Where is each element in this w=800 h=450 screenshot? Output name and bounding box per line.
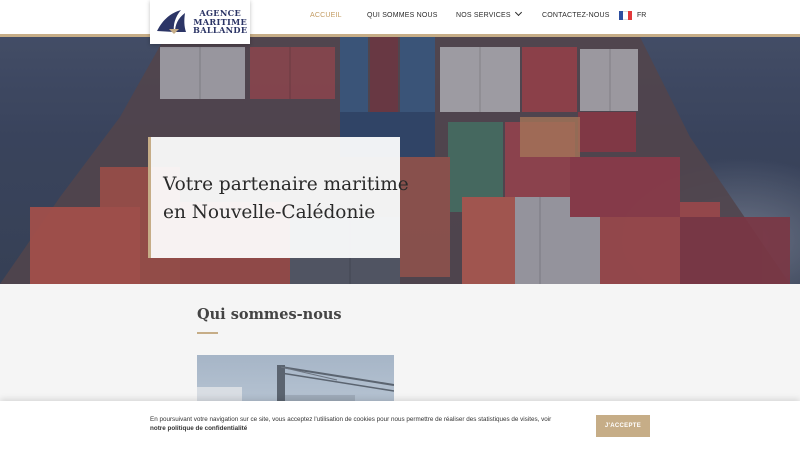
container-ship-image (0, 37, 800, 284)
hero-title-line-1: Votre partenaire maritime (163, 174, 409, 195)
logo-text: AGENCE MARITIME BALLANDE (193, 9, 247, 35)
hero-card: Votre partenaire maritime en Nouvelle-Ca… (148, 137, 409, 258)
section-title: Qui sommes-nous (197, 306, 342, 323)
cookie-message: En poursuivant votre navigation sur ce s… (150, 415, 580, 433)
nav-item-accueil[interactable]: ACCUEIL (310, 12, 342, 19)
france-flag-icon (619, 11, 632, 20)
accept-cookies-button[interactable]: J'ACCEPTE (596, 415, 650, 437)
nav-item-contactez-nous[interactable]: CONTACTEZ-NOUS (542, 12, 610, 19)
nav-item-nos-services-label: NOS SERVICES (456, 12, 511, 19)
cookie-consent-bar: En poursuivant votre navigation sur ce s… (0, 401, 800, 450)
site-logo[interactable]: AGENCE MARITIME BALLANDE (150, 0, 250, 44)
nav-item-nos-services[interactable]: NOS SERVICES (456, 8, 522, 19)
language-selector[interactable]: FR (619, 11, 646, 20)
hero-title-line-2: en Nouvelle-Calédonie (163, 202, 376, 223)
hero-title: Votre partenaire maritime en Nouvelle-Ca… (163, 171, 409, 227)
hero-banner: Votre partenaire maritime en Nouvelle-Ca… (0, 37, 800, 284)
logo-line-3: BALLANDE (193, 25, 248, 36)
cookie-message-text: En poursuivant votre navigation sur ce s… (150, 416, 552, 423)
section-title-underline (197, 332, 218, 334)
sail-logo-icon (157, 10, 186, 34)
language-label: FR (637, 12, 647, 19)
header-accent-line (0, 34, 800, 37)
privacy-policy-link[interactable]: notre politique de confidentialité (150, 424, 580, 433)
nav-item-qui-sommes-nous[interactable]: QUI SOMMES NOUS (367, 12, 438, 19)
